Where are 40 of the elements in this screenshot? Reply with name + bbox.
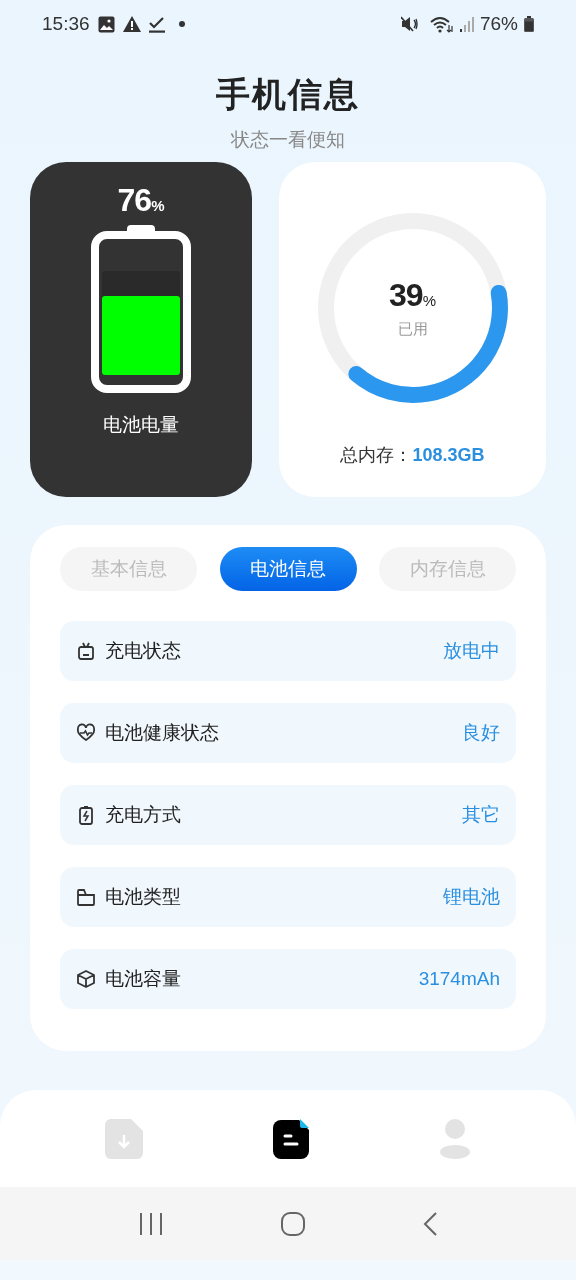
total-memory-label: 总内存： [340, 444, 413, 467]
total-memory-value: 108.3GB [412, 444, 485, 467]
info-value: 3174mAh [418, 966, 500, 991]
checkmark-icon [148, 15, 165, 33]
tab[interactable]: 内存信息 [379, 547, 516, 591]
heart-pulse-icon [76, 723, 96, 743]
info-value: 放电中 [443, 638, 500, 663]
page-subtitle: 状态一看便知 [231, 128, 345, 152]
info-label: 电池容量 [105, 966, 181, 991]
page-title: 手机信息 [216, 74, 360, 115]
battery-label: 电池电量 [103, 413, 179, 437]
document-icon[interactable] [273, 1118, 309, 1159]
signal-icon [459, 16, 474, 32]
status-time: 15:36 [42, 11, 90, 36]
tab[interactable]: 电池信息 [219, 547, 357, 591]
tab[interactable]: 基本信息 [60, 547, 197, 591]
warning-icon [122, 16, 141, 32]
info-label: 电池类型 [105, 884, 181, 909]
battery-level-text: 76% [117, 181, 165, 220]
info-label: 电池健康状态 [105, 720, 219, 745]
info-value: 良好 [462, 720, 500, 745]
info-value: 其它 [462, 802, 500, 827]
home-icon[interactable] [281, 1211, 305, 1236]
recent-apps-icon[interactable] [139, 1211, 163, 1236]
info-label: 充电方式 [105, 802, 181, 827]
image-icon [97, 15, 115, 33]
back-icon[interactable] [423, 1211, 437, 1236]
mute-icon [400, 16, 418, 32]
cube-icon [76, 969, 96, 989]
battery-bolt-icon [76, 805, 96, 825]
tv-icon [76, 641, 96, 661]
battery-icon [524, 16, 534, 32]
memory-usage-text: 39% [389, 275, 436, 314]
info-value: 锂电池 [443, 884, 500, 909]
battery-percentage: 76% [479, 11, 518, 36]
memory-used-caption: 已用 [397, 318, 428, 339]
wifi-icon [429, 15, 454, 33]
dot-icon [178, 21, 185, 27]
folder-icon [76, 887, 96, 907]
info-label: 充电状态 [105, 638, 181, 663]
